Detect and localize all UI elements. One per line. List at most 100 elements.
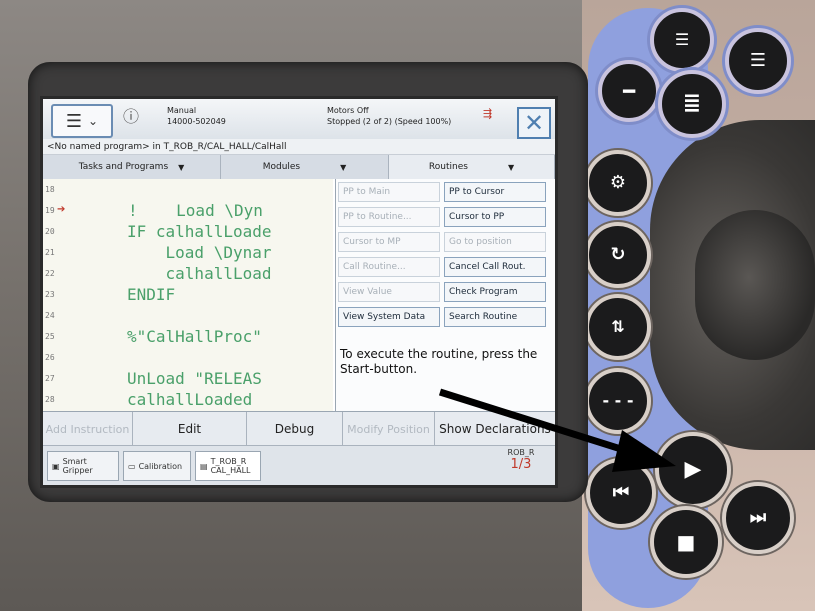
four-bars-icon: ≣ [682,91,702,116]
menu-item-search-routine[interactable]: Search Routine [444,307,546,327]
line-number: 24 [45,311,55,320]
code-line[interactable]: UnLoad "RELEAS [127,369,262,388]
code-line[interactable]: ENDIF [127,285,175,304]
tab-label: Modules [262,162,301,172]
speed-icon: ⇶ [483,107,493,120]
step-forward-key[interactable]: ⏭ [722,482,794,554]
stop-key[interactable]: ■ [650,506,722,578]
flexpendant-screen: ☰ ⌄ ⓘ Manual 14000-502049 Motors Off Sto… [40,96,558,488]
tab-tasks-and-programs[interactable]: Tasks and Programs ▼ [43,155,221,179]
select-mechanical-unit-key[interactable]: ⚙ [585,150,651,216]
taskbar-smart-gripper[interactable]: ▣ Smart Gripper [47,451,119,481]
run-state: Stopped (2 of 2) (Speed 100%) [327,117,452,126]
code-editor[interactable]: 18 19 ➔ 20 21 22 23 24 25 26 27 28 ! Loa… [43,179,333,411]
motors-state: Motors Off [327,106,369,115]
increment-key[interactable]: - - - [585,368,651,434]
toggle-motion-mode-key[interactable]: ↻ [585,222,651,288]
step-backward-key[interactable]: ⏮ [586,458,656,528]
menu-item-call-routine[interactable]: Call Routine... [338,257,440,277]
modify-position-button[interactable]: Modify Position [343,412,435,446]
tab-label: Routines [428,162,468,172]
line-number: 20 [45,227,55,236]
close-button[interactable]: ✕ [517,107,551,139]
dash-icon: ━ [622,79,636,103]
two-bars-icon: ☰ [674,30,690,49]
three-bars-icon: ☰ [749,50,767,71]
code-line[interactable]: calhallLoaded [127,390,252,409]
programmable-key-1[interactable]: ━ [598,60,660,122]
tab-routines[interactable]: Routines ▼ [389,155,555,179]
code-line[interactable]: Load \Dynar [127,243,272,262]
taskbar: ▣ Smart Gripper ▭ Calibration ▤ T_ROB_R CAL… [43,445,555,485]
chevron-down-icon: ⌄ [88,114,99,128]
menu-item-cancel-call-routine[interactable]: Cancel Call Rout. [444,257,546,277]
editor-command-bar: Add Instruction Edit Debug Modify Positi… [43,411,555,446]
taskbar-program-editor[interactable]: ▤ T_ROB_R CAL_HALL [195,451,261,481]
app-icon: ▭ [128,461,136,471]
tab-modules[interactable]: Modules ▼ [221,155,389,179]
app-icon: ▤ [200,461,208,471]
line-number: 21 [45,248,55,257]
code-line[interactable]: %"CalHallProc" [127,327,262,346]
status-bar: ☰ ⌄ ⓘ Manual 14000-502049 Motors Off Sto… [43,99,555,139]
programmable-key-2[interactable]: ☰ [650,8,714,72]
tab-label: Tasks and Programs [78,162,169,172]
start-key[interactable]: ▶ [655,432,731,508]
menu-item-cursor-to-pp[interactable]: Cursor to PP [444,207,546,227]
programmable-key-3[interactable]: ☰ [725,28,791,94]
line-number: 26 [45,353,55,362]
menu-item-pp-to-routine[interactable]: PP to Routine... [338,207,440,227]
show-declarations-button[interactable]: Show Declarations [435,412,555,446]
app-icon: ▣ [52,461,60,471]
code-line[interactable]: ! Load \Dyn [128,201,263,220]
program-path: <No named program> in T_ROB_R/CAL_HALL/C… [43,139,555,155]
menu-item-view-system-data[interactable]: View System Data [338,307,440,327]
debug-button[interactable]: Debug [247,412,343,446]
menu-item-pp-to-cursor[interactable]: PP to Cursor [444,182,546,202]
controller-state: Motors Off Stopped (2 of 2) (Speed 100%) [327,105,451,127]
edit-button[interactable]: Edit [133,412,247,446]
play-icon: ▶ [684,457,702,482]
toggle-axis-key[interactable]: ⇅ [585,294,651,360]
menu-item-go-to-position[interactable]: Go to position [444,232,546,252]
hamburger-icon: ☰ [65,110,83,132]
menu-item-pp-to-main[interactable]: PP to Main [338,182,440,202]
quickset-unit-button[interactable]: ROB_R 1/3 [493,448,549,482]
taskbar-label: Smart Gripper [62,457,93,475]
dropdown-arrow-icon: ▼ [340,162,347,172]
controller-id: 14000-502049 [167,117,226,126]
programmable-key-4[interactable]: ≣ [658,70,726,138]
main-menu-button[interactable]: ☰ ⌄ [51,104,113,138]
line-number: 18 [45,185,55,194]
info-icon: ⓘ [123,107,140,126]
execution-hint: To execute the routine, press the Start-… [340,347,538,376]
code-line[interactable]: IF calhallLoade [127,222,272,241]
line-number: 22 [45,269,55,278]
routines-menu: PP to Main PP to Cursor PP to Routine...… [335,179,555,411]
add-instruction-button[interactable]: Add Instruction [43,412,133,446]
menu-item-view-value[interactable]: View Value [338,282,440,302]
edit-label: Edit [177,422,202,436]
increment-icon: - - - [602,391,634,410]
unit-label: ROB_R [507,448,535,457]
taskbar-label: Calibration [138,461,183,471]
reorient-icon: ↻ [610,244,626,265]
close-icon: ✕ [523,109,545,137]
taskbar-calibration[interactable]: ▭ Calibration [123,451,191,481]
line-number: 23 [45,290,55,299]
debug-label: Debug [274,422,315,436]
joystick[interactable] [695,210,815,360]
axis-toggle-icon: ⇅ [611,317,625,336]
step-back-icon: ⏮ [612,482,630,503]
line-number: 25 [45,332,55,341]
menu-item-cursor-to-mp[interactable]: Cursor to MP [338,232,440,252]
dropdown-arrow-icon: ▼ [507,162,515,172]
menu-item-check-program[interactable]: Check Program [444,282,546,302]
line-number: 27 [45,374,55,383]
robot-arm-icon: ⚙ [609,172,627,193]
step-forward-icon: ⏭ [749,507,767,528]
taskbar-label: T_ROB_R CAL_HALL [210,457,251,475]
code-line[interactable]: calhallLoad [127,264,272,283]
line-number: 28 [45,395,55,404]
operating-mode: Manual 14000-502049 [167,105,226,127]
